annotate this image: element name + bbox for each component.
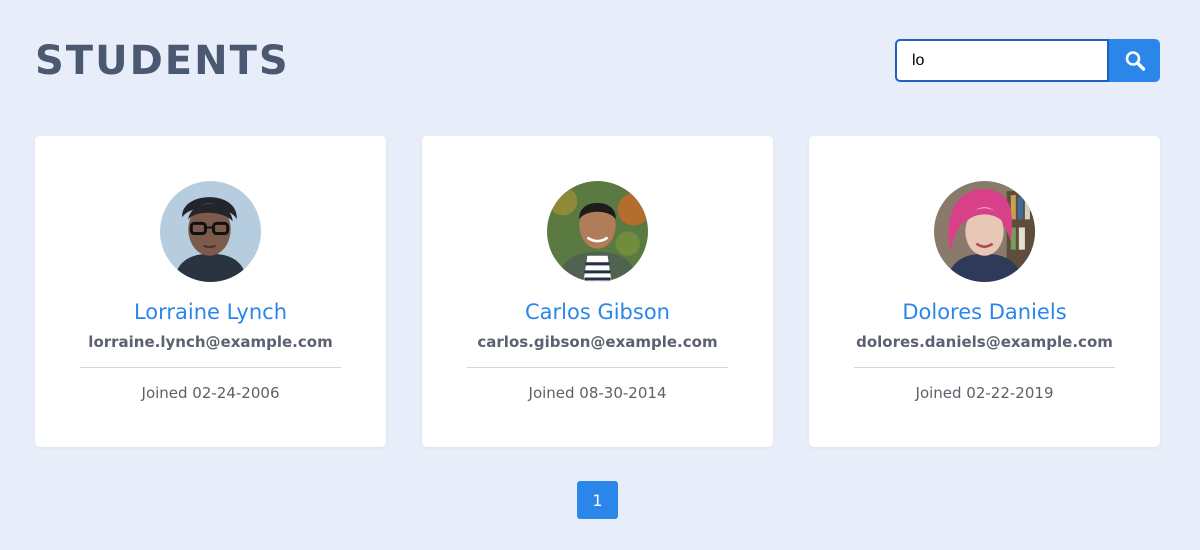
divider	[80, 367, 341, 368]
pagination: 1	[577, 481, 618, 519]
student-directory-page: STUDENTS Lorraine Lynch lorra	[0, 0, 1200, 550]
student-card: Lorraine Lynch lorraine.lynch@example.co…	[35, 136, 386, 447]
student-email: carlos.gibson@example.com	[477, 333, 718, 351]
joined-date: Joined 02-22-2019	[915, 384, 1054, 402]
search-bar	[895, 39, 1160, 82]
student-name[interactable]: Carlos Gibson	[525, 300, 670, 324]
student-email: dolores.daniels@example.com	[856, 333, 1113, 351]
student-email: lorraine.lynch@example.com	[88, 333, 333, 351]
student-name[interactable]: Lorraine Lynch	[134, 300, 287, 324]
divider	[467, 367, 728, 368]
avatar	[547, 181, 648, 282]
student-name[interactable]: Dolores Daniels	[902, 300, 1066, 324]
page-button-1[interactable]: 1	[577, 481, 618, 519]
search-button[interactable]	[1109, 39, 1160, 82]
avatar	[934, 181, 1035, 282]
page-title: STUDENTS	[35, 38, 290, 84]
joined-date: Joined 02-24-2006	[141, 384, 280, 402]
search-input[interactable]	[895, 39, 1109, 82]
student-cards: Lorraine Lynch lorraine.lynch@example.co…	[35, 136, 1160, 447]
search-icon	[1125, 50, 1145, 71]
divider	[854, 367, 1115, 368]
student-card: Carlos Gibson carlos.gibson@example.com …	[422, 136, 773, 447]
student-card: Dolores Daniels dolores.daniels@example.…	[809, 136, 1160, 447]
joined-date: Joined 08-30-2014	[528, 384, 667, 402]
avatar	[160, 181, 261, 282]
